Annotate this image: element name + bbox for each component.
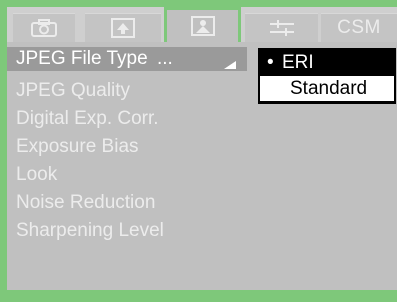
tab-image-settings[interactable] xyxy=(164,7,241,42)
option-label: Standard xyxy=(290,78,368,99)
camera-icon xyxy=(30,18,58,38)
tab-playback[interactable] xyxy=(85,13,161,42)
menu-item-jpeg-quality[interactable]: JPEG Quality xyxy=(16,80,130,102)
selected-bullet: • xyxy=(267,52,274,73)
camera-menu-screen: CSM JPEG File Type ... JPEG Quality Digi… xyxy=(0,0,397,302)
option-standard[interactable]: Standard xyxy=(260,76,394,101)
frame-top-border xyxy=(0,0,397,7)
tab-bar: CSM xyxy=(7,7,397,42)
submenu-arrow-icon xyxy=(223,55,237,74)
image-settings-icon xyxy=(190,15,216,37)
menu-item-look[interactable]: Look xyxy=(16,164,57,186)
menu-item-digital-exp-corr[interactable]: Digital Exp. Corr. xyxy=(16,108,159,130)
playback-icon xyxy=(110,17,136,39)
tab-csm[interactable]: CSM xyxy=(321,13,397,42)
menu-item-jpeg-file-type[interactable]: JPEG File Type ... xyxy=(7,47,247,71)
tab-csm-label: CSM xyxy=(337,17,381,38)
menu-item-ellipsis: ... xyxy=(157,48,173,69)
menu-item-sharpening-level[interactable]: Sharpening Level xyxy=(16,220,164,242)
tab-camera[interactable] xyxy=(13,13,75,42)
option-label: ERI xyxy=(282,52,314,73)
frame-left-border xyxy=(0,0,7,302)
setup-wrench-icon xyxy=(267,18,297,38)
tab-setup[interactable] xyxy=(245,13,318,42)
frame-bottom-border xyxy=(0,290,397,302)
jpeg-file-type-popup: • ERI Standard xyxy=(258,48,396,104)
option-eri[interactable]: • ERI xyxy=(260,50,394,75)
menu-item-label: JPEG File Type xyxy=(16,48,148,69)
menu-item-noise-reduction[interactable]: Noise Reduction xyxy=(16,192,155,214)
menu-item-exposure-bias[interactable]: Exposure Bias xyxy=(16,136,139,158)
